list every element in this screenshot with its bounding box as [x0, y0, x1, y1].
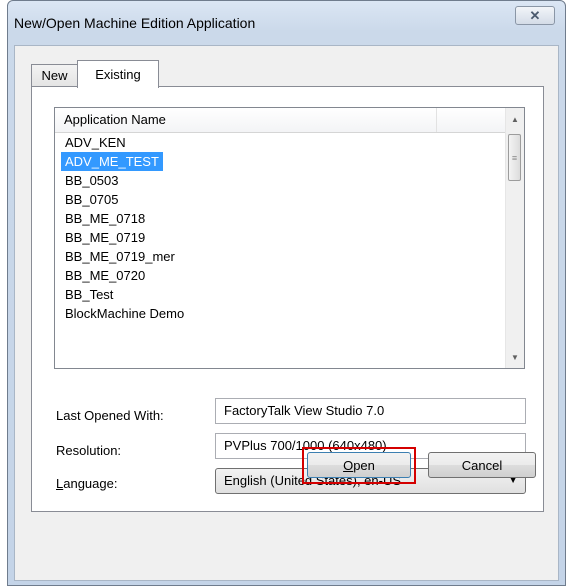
language-label-text: anguage:: [63, 476, 118, 491]
application-list[interactable]: Application Name ADV_KEN ADV_ME_TEST BB_…: [54, 107, 525, 369]
dialog-client-area: New Existing Application Name ADV_KEN AD…: [14, 45, 559, 581]
list-item[interactable]: BB_Test: [61, 285, 117, 304]
scroll-up-arrow-icon[interactable]: ▲: [506, 110, 524, 128]
vertical-scrollbar[interactable]: ▲ ≡ ▼: [505, 108, 524, 368]
list-item[interactable]: BB_ME_0719: [61, 228, 149, 247]
open-button[interactable]: Open: [307, 452, 411, 478]
open-label: pen: [353, 457, 375, 473]
open-accelerator: O: [343, 457, 354, 473]
last-opened-field[interactable]: FactoryTalk View Studio 7.0: [215, 398, 526, 424]
list-item[interactable]: BlockMachine Demo: [61, 304, 188, 323]
existing-tab-panel: Application Name ADV_KEN ADV_ME_TEST BB_…: [31, 86, 544, 512]
list-item[interactable]: BB_0503: [61, 171, 123, 190]
list-header: Application Name: [55, 108, 506, 133]
window-title: New/Open Machine Edition Application: [14, 15, 256, 31]
language-label: Language:: [56, 476, 117, 491]
column-header-spacer: [437, 108, 506, 132]
list-item[interactable]: BB_ME_0720: [61, 266, 149, 285]
column-header-application-name[interactable]: Application Name: [55, 108, 437, 132]
list-items: ADV_KEN ADV_ME_TEST BB_0503 BB_0705 BB_M…: [61, 133, 501, 323]
close-button[interactable]: ✕: [515, 6, 555, 25]
list-item[interactable]: ADV_KEN: [61, 133, 130, 152]
list-item[interactable]: BB_0705: [61, 190, 123, 209]
list-item-selected[interactable]: ADV_ME_TEST: [61, 152, 163, 171]
resolution-label: Resolution:: [56, 443, 122, 458]
scroll-thumb[interactable]: ≡: [508, 134, 521, 181]
list-item[interactable]: BB_ME_0718: [61, 209, 149, 228]
tab-existing[interactable]: Existing: [77, 60, 159, 88]
close-icon: ✕: [529, 7, 541, 23]
list-item[interactable]: BB_ME_0719_mer: [61, 247, 179, 266]
last-opened-label: Last Opened With:: [56, 408, 164, 423]
scroll-down-arrow-icon[interactable]: ▼: [506, 348, 524, 366]
title-bar[interactable]: New/Open Machine Edition Application ✕: [8, 1, 565, 45]
tab-new[interactable]: New: [31, 64, 78, 86]
cancel-button[interactable]: Cancel: [428, 452, 536, 478]
dialog-window: New/Open Machine Edition Application ✕ N…: [7, 0, 566, 586]
